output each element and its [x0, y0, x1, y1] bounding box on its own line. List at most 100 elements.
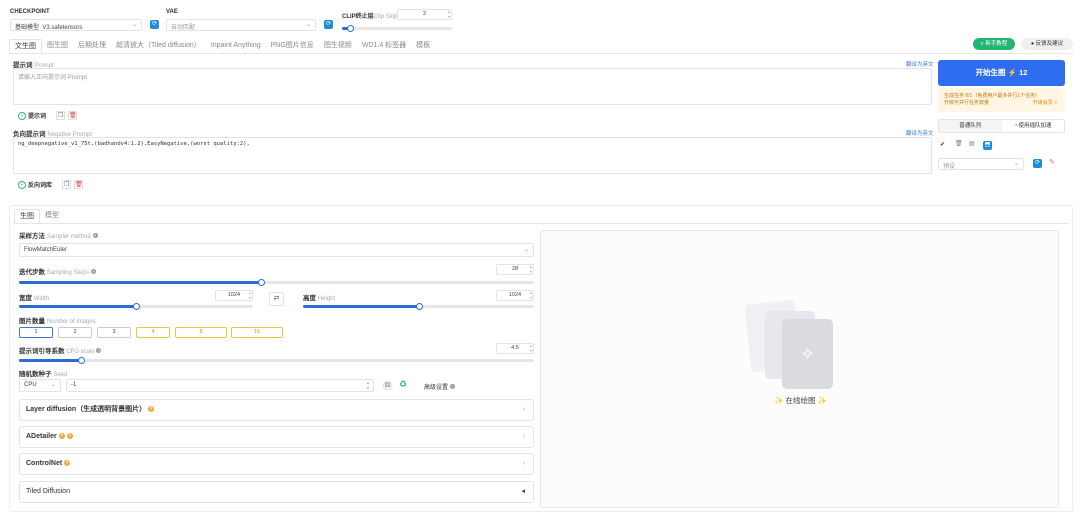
chevron-right-icon: › — [522, 460, 525, 467]
batch-label-text: 图片数量 — [19, 318, 45, 325]
save-icon[interactable]: ⬒ — [983, 141, 992, 150]
steps-label-text: 迭代步数 — [19, 269, 45, 276]
height-knob[interactable] — [416, 302, 423, 310]
cfg-label: 提示词引导系数 CFG scale ? — [19, 345, 102, 355]
vae-label: VAE — [166, 9, 178, 15]
queue-normal-tab[interactable]: 普通队列 — [939, 120, 1002, 132]
prompt-translate-link[interactable]: 翻译为英文 — [906, 60, 934, 68]
batch-option[interactable]: 1 — [19, 327, 53, 338]
batch-option[interactable]: 3 — [97, 327, 131, 338]
seed-input[interactable]: -1 ▴ ▾ — [66, 379, 374, 392]
refresh-checkpoint-button[interactable]: ⟳ — [150, 20, 159, 29]
sampler-select[interactable]: FlowMatchEuler ⌄ — [19, 243, 534, 257]
batch-option[interactable]: 16 — [231, 327, 283, 338]
tab-0[interactable]: 文生图 — [9, 39, 42, 53]
accordion-controlnet[interactable]: ControlNet ? › — [19, 453, 534, 475]
trash-icon[interactable]: 🗑 — [955, 140, 963, 147]
height-input[interactable]: 1024 ▴ ▾ — [496, 290, 534, 301]
width-slider[interactable] — [19, 302, 253, 310]
spinner-icon[interactable]: ▴ ▾ — [530, 290, 532, 300]
preset-select[interactable]: 预设 ⌄ — [938, 158, 1024, 170]
tabs-divider — [9, 53, 1073, 54]
batch-sub: Number of images — [46, 319, 96, 325]
chevron-down-icon: ⌄ — [1013, 161, 1019, 167]
height-slider[interactable] — [303, 302, 534, 310]
clip-skip-input[interactable]: 2 ▴ ▾ — [397, 9, 452, 20]
subtab-1[interactable]: 模型 — [40, 209, 64, 223]
help-icon[interactable]: ? — [96, 348, 102, 353]
advanced-settings-link[interactable]: 高级设置 ? — [424, 382, 455, 391]
tab-6[interactable]: 图生视频 — [319, 39, 357, 53]
accordion-tiled-diffusion[interactable]: Tiled Diffusion ◂ — [19, 481, 534, 503]
checkpoint-select[interactable]: 基础模型_V3.safetensors ⌄ — [10, 19, 142, 31]
copy-icon[interactable]: ❐ — [62, 180, 71, 189]
copy-icon[interactable]: ❐ — [56, 111, 65, 120]
help-icon[interactable]: ? — [92, 233, 98, 238]
steps-input[interactable]: 28 ▴ ▾ — [496, 264, 534, 275]
check-icon[interactable]: ✔ — [940, 141, 945, 148]
help-icon: ? — [66, 433, 73, 439]
subtab-0[interactable]: 生图 — [14, 209, 40, 223]
negative-input[interactable]: ng_deepnegative_v1_75t,(badhandv4:1.2),E… — [13, 137, 932, 174]
width-input[interactable]: 1024 ▴ ▾ — [215, 290, 253, 301]
sampler-label-text: 采样方法 — [19, 233, 45, 240]
tab-1[interactable]: 图生图 — [42, 39, 73, 53]
negative-library-button[interactable]: + 反向词库 — [18, 180, 52, 189]
steps-slider[interactable] — [19, 278, 534, 286]
spinner-icon[interactable]: ▴ ▾ — [530, 343, 532, 353]
tab-7[interactable]: WD1.4 标签器 — [357, 39, 411, 53]
clip-skip-knob[interactable] — [347, 24, 354, 32]
tab-4[interactable]: Inpaint Anything — [206, 39, 266, 53]
spinner-icon[interactable]: ▴ ▾ — [530, 264, 532, 274]
generate-count: 12 — [1019, 68, 1028, 77]
prompt-library-button[interactable]: + 提示词 — [18, 111, 46, 120]
trash-icon[interactable]: 🗑 — [74, 180, 83, 189]
refresh-vae-button[interactable]: ⟳ — [324, 20, 333, 29]
width-knob[interactable] — [133, 302, 140, 310]
batch-option[interactable]: 2 — [58, 327, 92, 338]
accordion-title: Tiled Diffusion — [26, 488, 70, 495]
spinner-icon[interactable]: ▴ ▾ — [249, 290, 251, 300]
height-sub: Height — [317, 296, 336, 302]
seed-device-select[interactable]: CPU ⌄ — [19, 379, 61, 392]
cfg-slider[interactable] — [19, 356, 534, 364]
spinner-icon[interactable]: ▴ ▾ — [448, 9, 450, 19]
help-icon[interactable]: ? — [90, 269, 96, 274]
spinner-icon[interactable]: ▴ ▾ — [367, 380, 369, 390]
tab-8[interactable]: 模板 — [411, 39, 435, 53]
negative-translate-link[interactable]: 翻译为英文 — [906, 129, 934, 137]
negative-tool-label: 反向词库 — [28, 183, 53, 189]
accordion-layer-diffusion[interactable]: Layer diffusion（生成透明背景图片） ? › — [19, 399, 534, 421]
tab-2[interactable]: 后期处理 — [73, 39, 111, 53]
refresh-icon[interactable]: ⟳ — [1033, 159, 1042, 168]
steps-value: 28 — [511, 266, 519, 272]
feedback-button[interactable]: ● 反馈及建议 — [1021, 38, 1073, 50]
steps-knob[interactable] — [258, 278, 265, 286]
width-fill — [19, 305, 136, 308]
vae-select[interactable]: 自动匹配 ⌄ — [166, 19, 316, 31]
new-guide-button[interactable]: ⌕ 新手教程 — [973, 38, 1015, 50]
trash-icon[interactable]: 🗑 — [68, 111, 77, 120]
generate-button[interactable]: 开始生图 ⚡ 12 — [938, 60, 1065, 86]
task-link[interactable]: 升级可并行任务数量 — [944, 100, 989, 106]
dice-icon[interactable]: ⚄ — [383, 381, 392, 390]
upgrade-link[interactable]: 升级会员 > — [1033, 100, 1057, 107]
swap-dimensions-button[interactable]: ⇄ — [269, 292, 284, 306]
queue-fast-tab[interactable]: ✦使用插队加速 — [1002, 120, 1065, 132]
file-icon[interactable]: ▤ — [969, 140, 975, 147]
prompt-input[interactable]: 请输入正向提示词 Prompt — [13, 68, 932, 105]
clip-skip-slider[interactable] — [342, 24, 452, 32]
edit-icon[interactable]: ✎ — [1049, 158, 1055, 166]
batch-option[interactable]: 4 — [136, 327, 170, 338]
recycle-icon[interactable]: ♻ — [399, 379, 407, 390]
main-tabs: 文生图 图生图 后期处理 超清放大（Tiled diffusion） Inpaint A… — [9, 39, 435, 53]
accordion-adetailer[interactable]: ADetailer ? ? › — [19, 426, 534, 448]
chevron-down-icon: ⌄ — [305, 22, 311, 28]
tab-5[interactable]: PNG图片信息 — [266, 39, 319, 53]
batch-option[interactable]: 8 — [175, 327, 227, 338]
help-icon: ? — [148, 406, 155, 412]
tab-3[interactable]: 超清放大（Tiled diffusion） — [111, 39, 206, 53]
cfg-input[interactable]: 4.5 ▴ ▾ — [496, 343, 534, 354]
cfg-knob[interactable] — [78, 356, 85, 364]
chevron-down-icon: ⌄ — [50, 382, 56, 388]
